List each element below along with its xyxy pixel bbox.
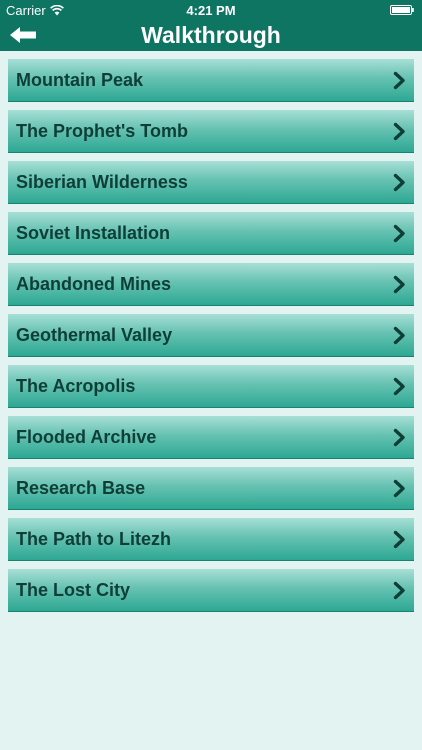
list-item[interactable]: The Acropolis — [8, 365, 414, 408]
list-item-label: The Lost City — [16, 580, 131, 600]
chevron-right-icon — [393, 224, 405, 243]
status-bar: Carrier 4:21 PM — [0, 0, 422, 20]
list-item[interactable]: The Prophet's Tomb — [8, 110, 414, 153]
list-item[interactable]: Geothermal Valley — [8, 314, 414, 357]
list-item-label: Abandoned Mines — [16, 274, 172, 294]
list-item[interactable]: Siberian Wilderness — [8, 161, 414, 204]
list-item-label: Soviet Installation — [16, 223, 171, 243]
list-item[interactable]: Abandoned Mines — [8, 263, 414, 306]
page-title: Walkthrough — [141, 22, 281, 48]
chevron-right-icon — [393, 173, 405, 192]
chevron-right-icon — [393, 122, 405, 141]
list-item-label: The Acropolis — [16, 376, 136, 396]
list-item-label: Siberian Wilderness — [16, 172, 188, 192]
list-item-label: Flooded Archive — [16, 427, 157, 447]
list-item-label: Research Base — [16, 478, 146, 498]
list-item[interactable]: Research Base — [8, 467, 414, 510]
list-item-label: Mountain Peak — [16, 70, 144, 90]
chevron-right-icon — [393, 428, 405, 447]
battery-icon — [390, 5, 414, 15]
chevron-right-icon — [393, 71, 405, 90]
list-item-label: The Path to Litezh — [16, 529, 171, 549]
chevron-right-icon — [393, 275, 405, 294]
list-item-label: The Prophet's Tomb — [16, 121, 188, 141]
chevron-right-icon — [393, 530, 405, 549]
chevron-right-icon — [393, 377, 405, 396]
list-item[interactable]: The Lost City — [8, 569, 414, 612]
list-item-label: Geothermal Valley — [16, 325, 173, 345]
walkthrough-list: Mountain Peak The Prophet's Tomb Siberian … — [8, 59, 414, 620]
list-item[interactable]: Mountain Peak — [8, 59, 414, 102]
list-item[interactable]: Soviet Installation — [8, 212, 414, 255]
list-item[interactable]: The Path to Litezh — [8, 518, 414, 561]
chevron-right-icon — [393, 326, 405, 345]
navigation-bar: Walkthrough — [0, 20, 422, 51]
chevron-right-icon — [393, 479, 405, 498]
chevron-right-icon — [393, 581, 405, 600]
status-time: 4:21 PM — [186, 3, 236, 18]
list-item[interactable]: Flooded Archive — [8, 416, 414, 459]
